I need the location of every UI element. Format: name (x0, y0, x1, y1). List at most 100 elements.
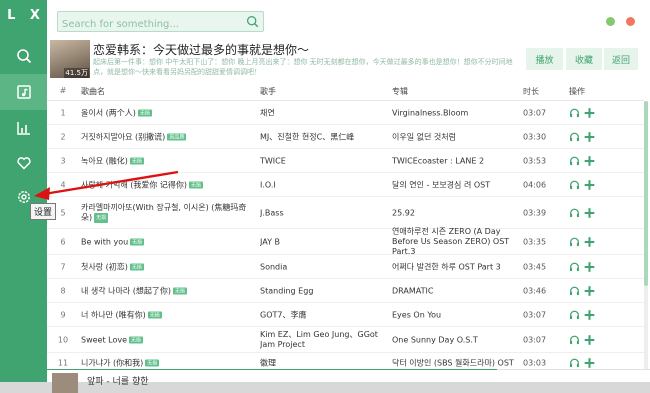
add-icon[interactable] (584, 131, 595, 142)
add-icon[interactable] (584, 107, 595, 118)
player-cover[interactable] (52, 373, 78, 393)
add-icon[interactable] (584, 179, 595, 190)
album-name[interactable]: 달의 연인 - 보보경심 려 OST (392, 179, 520, 190)
album-name[interactable]: 25.92 (392, 208, 520, 217)
album-name[interactable]: DRAMATIC (392, 286, 520, 295)
search-icon[interactable] (246, 15, 259, 28)
album-name[interactable]: 어쩌다 발견한 하루 OST Part 3 (392, 261, 520, 272)
song-name[interactable]: 올이서 (两个人) 无损 (81, 107, 247, 118)
nav-search[interactable] (0, 38, 47, 74)
add-icon[interactable] (584, 357, 595, 368)
add-icon[interactable] (584, 309, 595, 320)
singer-name[interactable]: J.Bass (260, 208, 378, 217)
song-name[interactable]: 첫사랑 (初恋) 无损 (81, 261, 247, 272)
table-row[interactable]: 7 첫사랑 (初恋) 无损 Sondia 어쩌다 발견한 하루 OST Part 3 03… (47, 255, 644, 279)
close-button[interactable] (626, 17, 635, 26)
singer-name[interactable]: GOT7、李膺 (260, 309, 378, 320)
back-button[interactable]: 返回 (604, 48, 638, 70)
scrollbar[interactable] (644, 101, 648, 369)
row-actions (569, 155, 609, 166)
headphones-icon[interactable] (569, 261, 580, 272)
album-name[interactable]: 이우일 없던 것처럼 (392, 131, 520, 142)
singer-name[interactable]: Sondia (260, 262, 378, 271)
album-name[interactable]: 닥터 이방인 (SBS 월화드라마) OST (392, 357, 520, 368)
row-num: 6 (60, 237, 66, 246)
album-name[interactable]: 연애하루전 시즌 ZERO (A Day Before Us Season ZE… (392, 227, 520, 257)
singer-name[interactable]: MJ、진철한 현정C、黑仁峰 (260, 131, 378, 142)
album-name[interactable]: Eyes On You (392, 310, 520, 319)
duration: 03:39 (523, 208, 547, 217)
add-icon[interactable] (584, 207, 595, 218)
duration: 03:07 (523, 335, 547, 344)
nav-leaderboard[interactable] (0, 110, 47, 146)
headphones-icon[interactable] (569, 357, 580, 368)
headphones-icon[interactable] (569, 236, 580, 247)
album-name[interactable]: TWICEcoaster : LANE 2 (392, 156, 520, 165)
headphones-icon[interactable] (569, 285, 580, 296)
add-icon[interactable] (584, 285, 595, 296)
song-name[interactable]: Sweet Love 无损 (81, 335, 247, 344)
table-row[interactable]: 6 Be with you 无损 JAY B 연애하루전 시즌 ZERO (A Day … (47, 227, 644, 257)
duration: 03:45 (523, 262, 547, 271)
song-name[interactable]: 니가냐가 (你和我) 无损 (81, 357, 247, 368)
table-row[interactable]: 9 너 하나만 (唯有你) 无损 GOT7、李膺 Eyes On You 03:07 (47, 303, 644, 327)
table-row[interactable]: 8 내 생각 나마라 (想起了你) 无损 Standing Egg DRAMATIC 03… (47, 279, 644, 303)
song-name[interactable]: 녹아요 (融化) 无损 (81, 155, 247, 166)
song-name[interactable]: 너 하나만 (唯有你) 无损 (81, 309, 247, 320)
row-num: 7 (60, 262, 66, 271)
settings-tooltip: 设置 (30, 203, 57, 220)
song-name[interactable]: 사랑해 기억해 (我爱你 记得你) 无损 (81, 179, 247, 190)
table-row[interactable]: 1 올이서 (两个人) 无损 채연 Virginalness.Bloom 03:07 (47, 101, 644, 125)
nav-my-list[interactable] (0, 145, 47, 181)
duration: 03:30 (523, 132, 547, 141)
play-all-button[interactable]: 播放 (526, 48, 563, 70)
quality-badge: 无损 (173, 287, 188, 294)
album-name[interactable]: One Sunny Day O.S.T (392, 335, 520, 344)
playlist-description: 起床后第一件事：想你 中午太阳下山了：想你 晚上月亮出来了：想你 无时无刻都在想… (93, 58, 513, 76)
collect-button[interactable]: 收藏 (566, 48, 602, 70)
singer-name[interactable]: JAY B (260, 237, 378, 246)
table-row[interactable]: 4 사랑해 기억해 (我爱你 记得你) 无损 I.O.I 달의 연인 - 보보경심 려 … (47, 173, 644, 197)
col-num: # (59, 86, 67, 95)
table-row[interactable]: 10 Sweet Love 无损 Kim EZ、Lim Geo Jung、GGot J… (47, 327, 644, 353)
add-icon[interactable] (584, 334, 595, 345)
search-box[interactable] (57, 11, 264, 34)
song-name[interactable]: 카라멜마끼아또(With 장규철, 이시온) (焦糖玛奇朵) 无损 (81, 203, 247, 223)
app-window: L X 设置 41.5万 恋爱韩系：今天做过最多的事就是想你～ 起床后第一件事：… (0, 0, 650, 393)
table-row[interactable]: 3 녹아요 (融化) 无损 TWICE TWICEcoaster : LANE 2 03:… (47, 149, 644, 173)
singer-name[interactable]: Kim EZ、Lim Geo Jung、GGot Jam Project (260, 330, 378, 350)
singer-name[interactable]: 徽理 (260, 357, 378, 368)
duration: 03:53 (523, 156, 547, 165)
headphones-icon[interactable] (569, 179, 580, 190)
headphones-icon[interactable] (569, 207, 580, 218)
song-name[interactable]: Be with you 无损 (81, 237, 247, 246)
col-album: 专辑 (392, 87, 408, 96)
table-row[interactable]: 2 거짓하지말아요 (别撒谎) 高品质 MJ、진철한 현정C、黑仁峰 이우일 없던 것처… (47, 125, 644, 149)
table-row[interactable]: 5 카라멜마끼아또(With 장규철, 이시온) (焦糖玛奇朵) 无损 J.Bass 2… (47, 197, 644, 229)
scrollbar-thumb[interactable] (644, 101, 648, 286)
add-icon[interactable] (584, 236, 595, 247)
row-actions (569, 334, 609, 345)
search-input[interactable] (58, 15, 238, 34)
singer-name[interactable]: Standing Egg (260, 286, 378, 295)
duration: 03:46 (523, 286, 547, 295)
singer-name[interactable]: 채연 (260, 107, 378, 118)
add-icon[interactable] (584, 261, 595, 272)
music-list-icon (16, 85, 31, 99)
song-name[interactable]: 내 생각 나마라 (想起了你) 无损 (81, 285, 247, 296)
headphones-icon[interactable] (569, 309, 580, 320)
nav-song-list[interactable] (0, 74, 47, 110)
headphones-icon[interactable] (569, 131, 580, 142)
minimize-button[interactable] (606, 17, 615, 26)
singer-name[interactable]: TWICE (260, 156, 378, 165)
song-name[interactable]: 거짓하지말아요 (别撒谎) 高品质 (81, 131, 247, 142)
headphones-icon[interactable] (569, 155, 580, 166)
headphones-icon[interactable] (569, 107, 580, 118)
album-name[interactable]: Virginalness.Bloom (392, 108, 520, 117)
headphones-icon[interactable] (569, 334, 580, 345)
singer-name[interactable]: I.O.I (260, 180, 378, 189)
add-icon[interactable] (584, 155, 595, 166)
duration: 04:06 (523, 180, 547, 189)
row-actions (569, 107, 609, 118)
duration: 03:07 (523, 108, 547, 117)
